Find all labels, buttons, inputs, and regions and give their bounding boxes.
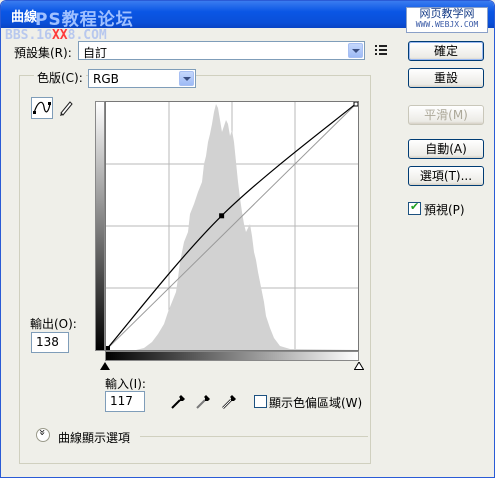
watermark-url-pre: BBS.16 xyxy=(5,28,52,43)
smooth-button[interactable]: 平滑(M) xyxy=(408,105,484,125)
divider xyxy=(140,436,368,437)
output-gradient-bar xyxy=(95,101,105,351)
window-title: 曲線 xyxy=(11,10,38,25)
title-bar[interactable]: 曲線 PS教程论坛 网页教学网 WWW.WEBJX.COM xyxy=(1,1,494,33)
gray-eyedropper-icon[interactable] xyxy=(194,393,212,411)
reset-button[interactable]: 重設 xyxy=(408,68,484,88)
options-button[interactable]: 選項(T)... xyxy=(408,166,484,186)
watermark-url-xx: XX xyxy=(51,28,68,43)
curve-endpoint-start[interactable] xyxy=(106,346,110,350)
curve-control-point[interactable] xyxy=(219,213,225,219)
curves-dialog: 曲線 PS教程论坛 网页教学网 WWW.WEBJX.COM BBS.16XX8.… xyxy=(0,0,495,478)
ok-button[interactable]: 確定 xyxy=(408,41,484,61)
white-slider-icon[interactable] xyxy=(354,362,364,370)
input-gradient-bar xyxy=(105,351,359,361)
black-slider-icon[interactable] xyxy=(100,362,110,370)
pencil-icon xyxy=(60,101,73,116)
preset-options-icon[interactable] xyxy=(375,44,389,56)
preset-value: 自訂 xyxy=(83,46,108,60)
output-label: 輸出(O): xyxy=(30,317,77,331)
channel-value: RGB xyxy=(93,72,119,86)
chevron-down-icon xyxy=(179,71,194,86)
watermark-badge-line1: 网页教学网 xyxy=(419,7,475,20)
curve-graph-canvas xyxy=(106,102,358,350)
chevron-down-icon xyxy=(348,43,363,58)
curve-graph[interactable] xyxy=(105,101,359,351)
channel-select[interactable]: RGB xyxy=(88,69,196,88)
preset-label: 預設集(R): xyxy=(14,46,72,60)
pencil-tool[interactable] xyxy=(56,97,78,119)
black-eyedropper-icon[interactable] xyxy=(169,393,187,411)
channel-label: 色版(C): xyxy=(34,69,86,86)
preview-label: 預視(P) xyxy=(424,203,465,217)
white-eyedropper-icon[interactable] xyxy=(220,393,238,411)
curve-tool[interactable] xyxy=(31,97,53,119)
preview-checkbox[interactable] xyxy=(408,200,421,215)
preset-select[interactable]: 自訂 xyxy=(78,41,365,60)
show-clipping-label: 顯示色偏區域(W) xyxy=(269,396,363,410)
watermark-text: PS教程论坛 xyxy=(35,10,134,30)
output-field[interactable]: 138 xyxy=(31,332,69,353)
curve-endpoint-end[interactable] xyxy=(353,102,358,107)
expand-display-options-icon[interactable] xyxy=(36,428,50,442)
curve-point-icon xyxy=(33,101,51,114)
show-clipping-checkbox[interactable] xyxy=(254,395,267,408)
input-label: 輸入(I): xyxy=(105,377,146,391)
watermark-badge: 网页教学网 WWW.WEBJX.COM xyxy=(406,7,488,33)
auto-button[interactable]: 自動(A) xyxy=(408,139,484,159)
watermark-badge-line2: WWW.WEBJX.COM xyxy=(415,20,479,29)
input-field[interactable]: 117 xyxy=(105,391,145,412)
display-options-label[interactable]: 曲線顯示選項 xyxy=(58,429,130,446)
